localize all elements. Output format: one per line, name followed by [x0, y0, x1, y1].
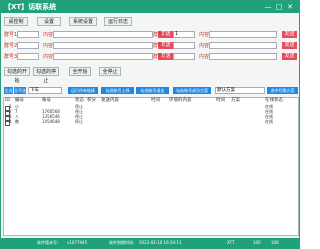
- content-input-6[interactable]: [209, 53, 277, 60]
- row-online: 在线: [265, 119, 273, 124]
- row-id: 4: [9, 119, 12, 124]
- toolbar-button-1[interactable]: 桌控制: [4, 17, 28, 26]
- window-title: 【XT】话联系统: [4, 3, 57, 11]
- switch-scheme-button[interactable]: 选中切换方案: [267, 87, 298, 94]
- content-input-4[interactable]: [209, 31, 277, 38]
- group-input-5[interactable]: [173, 42, 195, 49]
- count-value: 108: [271, 240, 279, 245]
- filter-input[interactable]: 下车: [28, 87, 62, 94]
- send-button-5[interactable]: 发送: [282, 42, 297, 49]
- content-label-6: 内容: [199, 54, 210, 60]
- count-label: 100: [253, 240, 261, 245]
- toolbar-button-3[interactable]: 系统设置: [69, 17, 97, 26]
- online-selected-button[interactable]: 勾选账号上线: [101, 87, 134, 94]
- title-bar: 【XT】话联系统 — □ ✕: [1, 1, 299, 13]
- row-number: 数: [15, 119, 19, 124]
- expiry-label: 软件到期时间：: [109, 240, 137, 245]
- row-state: 停止: [75, 119, 83, 124]
- content-label-1: 内容: [43, 32, 54, 38]
- toolbar-button-2[interactable]: 设置: [37, 17, 61, 26]
- row-account: 1454648: [42, 119, 60, 124]
- group-input-2[interactable]: [17, 42, 39, 49]
- exit-selected-button[interactable]: 勾选账号退出: [136, 87, 169, 94]
- col-header-time2: 时间: [216, 98, 225, 103]
- select-none-button[interactable]: 全不选: [14, 87, 26, 94]
- content-input-1[interactable]: [53, 31, 153, 38]
- content-label-2: 内容: [43, 43, 54, 49]
- content-label-5: 内容: [199, 43, 210, 49]
- toolbar-button-4[interactable]: 运行日志: [104, 17, 132, 26]
- group-label-6: 群号3: [153, 54, 167, 60]
- group-label-3: 群号3: [4, 54, 18, 60]
- col-header-account: 账号: [42, 98, 51, 103]
- scheme-select[interactable]: 默认方案: [215, 87, 265, 94]
- col-header-scheme: 方案: [231, 98, 240, 103]
- content-label-3: 内容: [43, 54, 54, 60]
- minimize-button[interactable]: —: [263, 1, 273, 13]
- col-header-content: 发送内容: [101, 98, 119, 103]
- mode-value: XTT: [227, 240, 235, 245]
- app-window: 【XT】话联系统 — □ ✕ 桌控制 设置 系统设置 运行日志 群号1 内容 发…: [0, 0, 300, 249]
- select-all-button[interactable]: 全选: [4, 87, 13, 94]
- content-label-4: 内容: [199, 32, 210, 38]
- send-button-6[interactable]: 发送: [282, 53, 297, 60]
- group-label-4: 群号1: [153, 32, 167, 38]
- content-input-5[interactable]: [209, 42, 277, 49]
- version-value: v1077945: [67, 240, 88, 245]
- group-label-1: 群号1: [4, 32, 18, 38]
- col-header-env: 环境的内容: [169, 98, 192, 103]
- version-label: 软件版本号：: [37, 240, 61, 245]
- send-button-4[interactable]: 发送: [282, 31, 297, 38]
- stop-all-button[interactable]: 全停止: [99, 67, 121, 76]
- col-header-time: 时间: [151, 98, 160, 103]
- content-input-3[interactable]: [53, 53, 153, 60]
- group-input-1[interactable]: [17, 31, 39, 38]
- run-links-button[interactable]: 运行所有链接: [68, 87, 98, 94]
- expiry-value: 2023-02-10 16:34:11: [139, 240, 182, 245]
- status-bar: 软件版本号： v1077945 软件到期时间： 2023-02-10 16:34…: [1, 238, 299, 248]
- maximize-button[interactable]: □: [274, 1, 284, 13]
- stop-selected-button[interactable]: 勾选的停止: [33, 67, 59, 84]
- start-selected-button[interactable]: 勾选的开始: [4, 67, 30, 84]
- start-all-button[interactable]: 全开始: [69, 67, 91, 76]
- scheme-selected-button[interactable]: 勾选账号成功方案: [173, 87, 211, 94]
- group-label-5: 群号2: [153, 43, 167, 49]
- group-label-2: 群号2: [4, 43, 18, 49]
- col-header-points: 积分: [87, 98, 96, 103]
- group-input-3[interactable]: [17, 53, 39, 60]
- group-input-4[interactable]: 1: [173, 31, 195, 38]
- group-input-6[interactable]: [173, 53, 195, 60]
- close-button[interactable]: ✕: [285, 1, 295, 13]
- account-table: ID 编号 账号 状态 积分 发送内容 时间 环境的内容 时间 方案 在线状态 …: [3, 97, 299, 236]
- content-input-2[interactable]: [53, 42, 153, 49]
